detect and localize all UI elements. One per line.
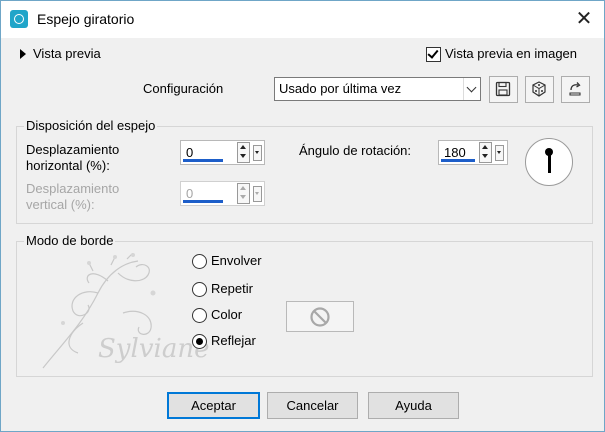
v-offset-stepper bbox=[237, 183, 250, 204]
v-offset-label: Desplazamiento vertical (%): bbox=[26, 181, 119, 213]
h-offset-stepper[interactable] bbox=[237, 142, 250, 163]
h-offset-spinner[interactable]: 0 bbox=[180, 140, 265, 165]
radio-repeat-label[interactable]: Repetir bbox=[211, 281, 253, 296]
h-offset-label-line1: Desplazamiento bbox=[26, 142, 120, 157]
radio-color-label[interactable]: Color bbox=[211, 307, 242, 322]
v-offset-value: 0 bbox=[186, 186, 194, 201]
h-offset-dropdown[interactable] bbox=[253, 145, 262, 161]
border-mode-title: Modo de borde bbox=[24, 233, 116, 248]
rotation-angle-slider-bar[interactable] bbox=[441, 159, 475, 162]
v-offset-slider-bar bbox=[183, 200, 223, 203]
rotation-angle-stepper[interactable] bbox=[479, 142, 492, 163]
rotation-angle-value[interactable]: 180 bbox=[444, 145, 466, 160]
preview-toggle-label[interactable]: Vista previa bbox=[33, 46, 101, 61]
expand-triangle-icon[interactable] bbox=[20, 49, 26, 59]
v-offset-spinner: 0 bbox=[180, 181, 265, 206]
no-color-icon bbox=[310, 307, 330, 327]
app-icon bbox=[10, 10, 28, 28]
radio-reflect-label[interactable]: Reflejar bbox=[211, 333, 256, 348]
random-dice-icon bbox=[532, 81, 546, 97]
randomize-button[interactable] bbox=[525, 76, 554, 103]
chevron-down-icon bbox=[463, 78, 480, 100]
h-offset-value[interactable]: 0 bbox=[186, 145, 193, 160]
preview-on-image-label: Vista previa en imagen bbox=[445, 46, 578, 61]
v-offset-dropdown bbox=[253, 186, 262, 202]
rotation-angle-label: Ángulo de rotación: bbox=[299, 143, 412, 158]
radio-repeat[interactable] bbox=[192, 282, 207, 297]
config-label: Configuración bbox=[143, 81, 224, 96]
preview-on-image-checkbox[interactable] bbox=[426, 47, 441, 62]
help-button[interactable]: Ayuda bbox=[368, 392, 459, 419]
h-offset-label: Desplazamiento horizontal (%): bbox=[26, 142, 119, 174]
h-offset-slider-bar[interactable] bbox=[183, 159, 223, 162]
reset-button[interactable] bbox=[561, 76, 590, 103]
close-icon[interactable]: ✕ bbox=[572, 7, 596, 31]
save-preset-button[interactable] bbox=[489, 76, 518, 103]
config-selected-value: Usado por última vez bbox=[279, 81, 402, 96]
save-icon bbox=[495, 81, 511, 97]
window-title: Espejo giratorio bbox=[37, 11, 135, 27]
cancel-button[interactable]: Cancelar bbox=[267, 392, 358, 419]
reset-icon bbox=[569, 82, 581, 96]
dialog-window: Espejo giratorio ✕ Vista previa Vista pr… bbox=[0, 0, 605, 432]
radio-color[interactable] bbox=[192, 308, 207, 323]
ok-button[interactable]: Aceptar bbox=[167, 392, 260, 419]
v-offset-label-line1: Desplazamiento bbox=[26, 181, 120, 196]
radio-wrap[interactable] bbox=[192, 254, 207, 269]
rotation-dial[interactable] bbox=[525, 138, 573, 186]
mirror-layout-title: Disposición del espejo bbox=[24, 118, 158, 133]
config-select[interactable]: Usado por última vez bbox=[274, 77, 481, 101]
radio-reflect[interactable] bbox=[192, 334, 207, 349]
radio-wrap-label[interactable]: Envolver bbox=[211, 253, 262, 268]
h-offset-label-line2: horizontal (%): bbox=[26, 158, 110, 173]
title-bar: Espejo giratorio ✕ bbox=[1, 1, 604, 38]
border-color-swatch bbox=[286, 301, 354, 332]
rotation-angle-dropdown[interactable] bbox=[495, 145, 504, 161]
dial-knob[interactable] bbox=[545, 148, 553, 156]
v-offset-label-line2: vertical (%): bbox=[26, 197, 95, 212]
rotation-angle-spinner[interactable]: 180 bbox=[438, 140, 508, 165]
